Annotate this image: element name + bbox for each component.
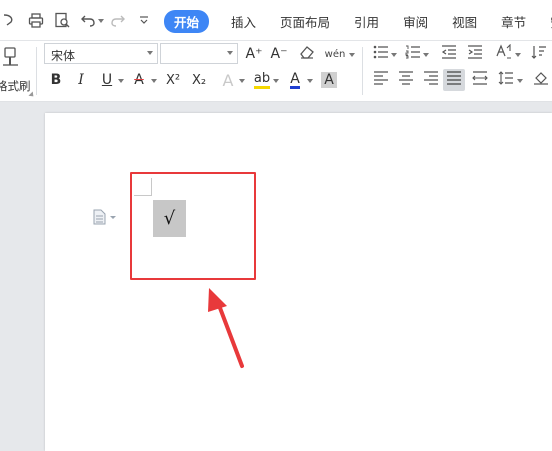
justify-icon (446, 71, 462, 89)
line-spacing-button[interactable] (495, 69, 517, 91)
tab-view[interactable]: 视图 (452, 12, 477, 31)
font-color-dropdown-icon[interactable] (307, 79, 313, 83)
highlight-button[interactable]: ab (251, 69, 273, 91)
sort-icon (531, 45, 547, 63)
format-painter-button[interactable]: 格式刷 (0, 45, 32, 97)
superscript-button[interactable]: X² (162, 69, 184, 91)
sort-button[interactable] (528, 43, 550, 65)
line-spacing-icon (498, 71, 514, 89)
increase-indent-button[interactable] (464, 43, 486, 65)
italic-icon: I (78, 72, 84, 88)
superscript-icon: X² (165, 72, 181, 88)
shrink-font-button[interactable]: A⁻ (268, 43, 290, 65)
tab-home[interactable]: 开始 (164, 9, 210, 33)
underline-button[interactable]: U (96, 69, 118, 91)
text-direction-dropdown-icon[interactable] (515, 53, 521, 57)
subscript-icon: X₂ (191, 72, 207, 88)
grow-font-icon: A⁺ (245, 46, 263, 62)
paragraph-layout-icon[interactable] (93, 209, 119, 228)
document-page[interactable] (45, 113, 552, 451)
undo-icon[interactable] (78, 10, 98, 30)
menu-tab-bar: 开始 插入 页面布局 引用 审阅 视图 章节 安 (0, 0, 552, 41)
align-right-icon (423, 71, 439, 89)
eraser-icon (299, 45, 315, 63)
shrink-font-icon: A⁻ (270, 46, 288, 62)
tab-page-layout[interactable]: 页面布局 (280, 12, 330, 31)
bullet-list-button[interactable] (370, 43, 392, 65)
align-center-button[interactable] (395, 69, 417, 91)
bullet-list-dropdown-icon[interactable] (391, 53, 397, 57)
distributed-align-icon (472, 71, 488, 89)
phonetic-guide-icon: wén (324, 48, 346, 60)
print-icon[interactable] (26, 10, 46, 30)
font-name-select[interactable]: 宋体 (44, 43, 158, 64)
chevron-down-icon (227, 51, 233, 55)
customize-toolbar-icon[interactable] (136, 10, 152, 30)
decrease-indent-button[interactable] (438, 43, 460, 65)
justify-button[interactable] (443, 69, 465, 91)
highlight-dropdown-icon[interactable] (273, 79, 279, 83)
decrease-indent-icon (441, 45, 457, 63)
underline-icon: U (101, 72, 113, 88)
bold-icon: B (50, 72, 62, 88)
paint-bucket-icon (533, 71, 549, 89)
text-direction-button[interactable] (493, 43, 515, 65)
text-effect-icon: A (222, 70, 234, 90)
numbered-list-icon (405, 45, 421, 63)
align-center-icon (398, 71, 414, 89)
tab-section[interactable]: 章节 (501, 12, 526, 31)
shading-button[interactable] (530, 69, 552, 91)
bold-button[interactable]: B (45, 69, 67, 91)
chevron-down-icon (147, 51, 153, 55)
strikethrough-dropdown-icon[interactable] (151, 79, 157, 83)
highlight-icon: ab (253, 71, 271, 89)
text-effect-dropdown-icon[interactable] (239, 79, 245, 83)
italic-button[interactable]: I (70, 69, 92, 91)
text-effect-button[interactable]: A (217, 69, 239, 91)
increase-indent-icon (467, 45, 483, 63)
numbered-list-button[interactable] (402, 43, 424, 65)
text-direction-icon (495, 43, 513, 64)
format-painter-icon (2, 47, 20, 67)
character-shading-icon: A (321, 72, 337, 88)
tab-review[interactable]: 审阅 (403, 12, 428, 31)
font-color-button[interactable]: A (284, 69, 306, 91)
print-preview-icon[interactable] (52, 10, 72, 30)
redo-partial-icon[interactable] (0, 10, 16, 30)
redo-icon[interactable] (108, 10, 128, 30)
underline-dropdown-icon[interactable] (118, 79, 124, 83)
ribbon-tabs: 开始 插入 页面布局 引用 审阅 视图 章节 安 (164, 9, 552, 33)
font-size-select[interactable] (160, 43, 238, 64)
clear-format-button[interactable] (296, 43, 318, 65)
font-color-icon: A (290, 70, 300, 89)
grow-font-button[interactable]: A⁺ (243, 43, 265, 65)
font-name-value: 宋体 (51, 49, 76, 63)
phonetic-dropdown-icon[interactable] (349, 53, 355, 57)
phonetic-guide-button[interactable]: wén (322, 43, 348, 65)
line-spacing-dropdown-icon[interactable] (517, 79, 523, 83)
distributed-align-button[interactable] (469, 69, 491, 91)
format-painter-label: 格式刷 (0, 79, 31, 93)
align-left-icon (373, 71, 389, 89)
strikethrough-icon: A (134, 72, 144, 88)
character-shading-button[interactable]: A (318, 69, 340, 91)
numbered-list-dropdown-icon[interactable] (423, 53, 429, 57)
annotation-arrow-icon (208, 288, 244, 368)
divider (36, 47, 37, 95)
bullet-list-icon (373, 45, 389, 63)
tab-insert[interactable]: 插入 (231, 12, 256, 31)
annotation-highlight-box (130, 172, 256, 280)
undo-dropdown-icon[interactable] (98, 19, 104, 23)
strikethrough-button[interactable]: A (128, 69, 150, 91)
home-ribbon: 格式刷 宋体 A⁺ A⁻ wén B I U A X² X₂ A ab A A (0, 41, 552, 102)
tab-references[interactable]: 引用 (354, 12, 379, 31)
align-right-button[interactable] (420, 69, 442, 91)
align-left-button[interactable] (370, 69, 392, 91)
subscript-button[interactable]: X₂ (188, 69, 210, 91)
divider (362, 47, 363, 95)
